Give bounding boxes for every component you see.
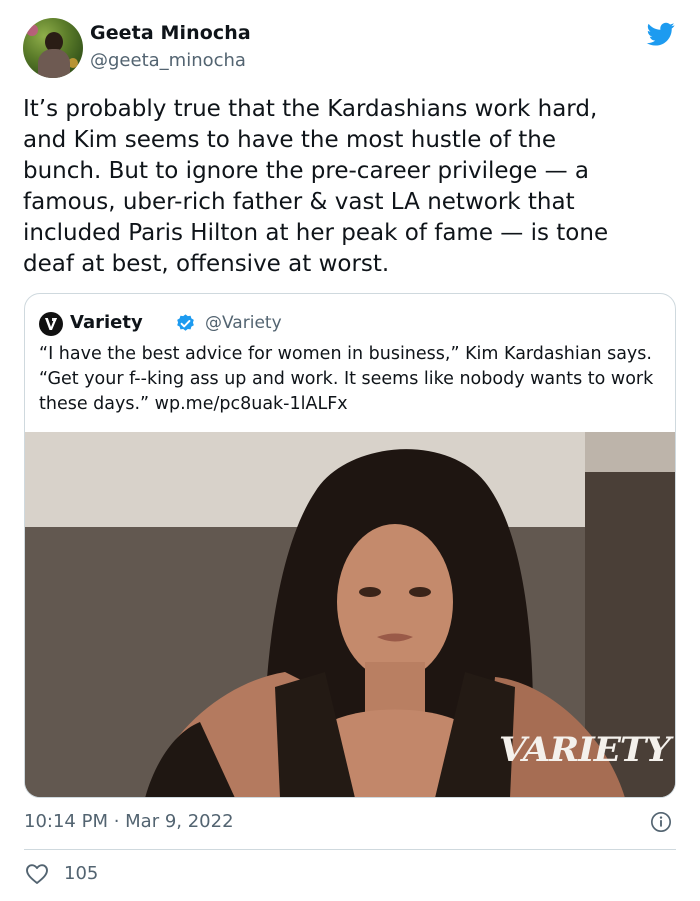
twitter-bird-icon[interactable] bbox=[645, 20, 677, 48]
author-handle[interactable]: @geeta_minocha bbox=[90, 50, 246, 71]
quoted-handle[interactable]: @Variety bbox=[205, 313, 282, 333]
divider bbox=[24, 849, 676, 850]
variety-watermark: VARIETY bbox=[498, 730, 671, 770]
info-icon[interactable] bbox=[650, 811, 672, 833]
quoted-tweet-image[interactable]: VARIETY bbox=[25, 432, 675, 797]
quoted-tweet-card[interactable]: Variety @Variety “I have the best advice… bbox=[24, 293, 676, 798]
quoted-display-name[interactable]: Variety bbox=[70, 312, 143, 333]
tweet-timestamp[interactable]: 10:14 PM · Mar 9, 2022 bbox=[24, 811, 234, 832]
heart-icon[interactable] bbox=[25, 863, 49, 885]
variety-logo-icon bbox=[45, 318, 57, 330]
quoted-tweet-text: “I have the best advice for women in bus… bbox=[39, 344, 654, 414]
tweet-text: It’s probably true that the Kardashians … bbox=[23, 96, 609, 277]
like-count[interactable]: 105 bbox=[64, 863, 98, 884]
author-avatar[interactable] bbox=[23, 18, 83, 78]
variety-avatar[interactable] bbox=[39, 312, 63, 336]
verified-badge-icon bbox=[177, 314, 194, 331]
author-display-name[interactable]: Geeta Minocha bbox=[90, 22, 251, 44]
